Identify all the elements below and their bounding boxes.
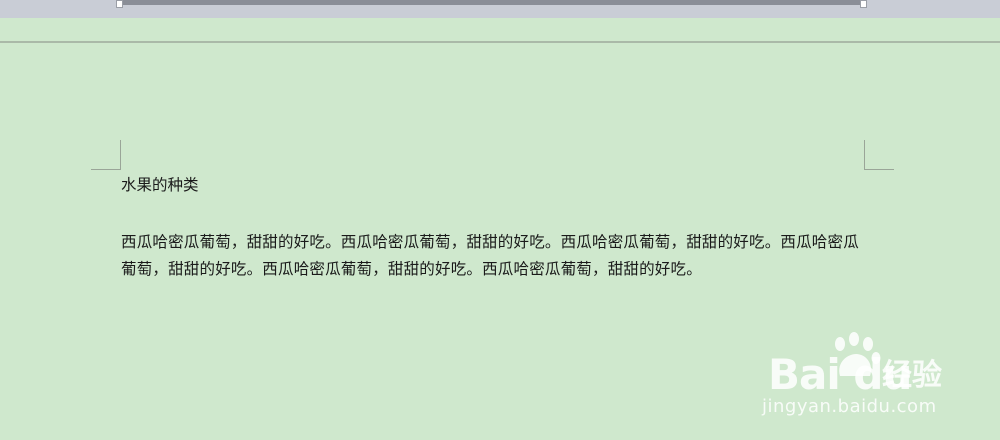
ruler-divider — [0, 41, 1000, 43]
horizontal-ruler[interactable] — [0, 0, 1000, 18]
jingyan-url: jingyan.baidu.com — [762, 396, 937, 417]
document-body[interactable]: 水果的种类 西瓜哈密瓜葡萄，甜甜的好吃。西瓜哈密瓜葡萄，甜甜的好吃。西瓜哈密瓜葡… — [121, 174, 866, 283]
ruler-band — [0, 18, 1000, 42]
baidu-jingyan-watermark: Bai du 经验 jingyan.baidu.com — [760, 332, 995, 432]
right-indent-marker[interactable] — [860, 0, 867, 8]
jingyan-text: 经验 — [882, 358, 942, 393]
page-margin-corner-top-left — [91, 140, 121, 170]
document-title[interactable]: 水果的种类 — [121, 174, 866, 196]
ruler-track — [120, 0, 865, 5]
page-margin-corner-top-right — [864, 140, 894, 170]
left-indent-marker[interactable] — [116, 0, 123, 8]
document-paragraph[interactable]: 西瓜哈密瓜葡萄，甜甜的好吃。西瓜哈密瓜葡萄，甜甜的好吃。西瓜哈密瓜葡萄，甜甜的好… — [121, 229, 866, 283]
